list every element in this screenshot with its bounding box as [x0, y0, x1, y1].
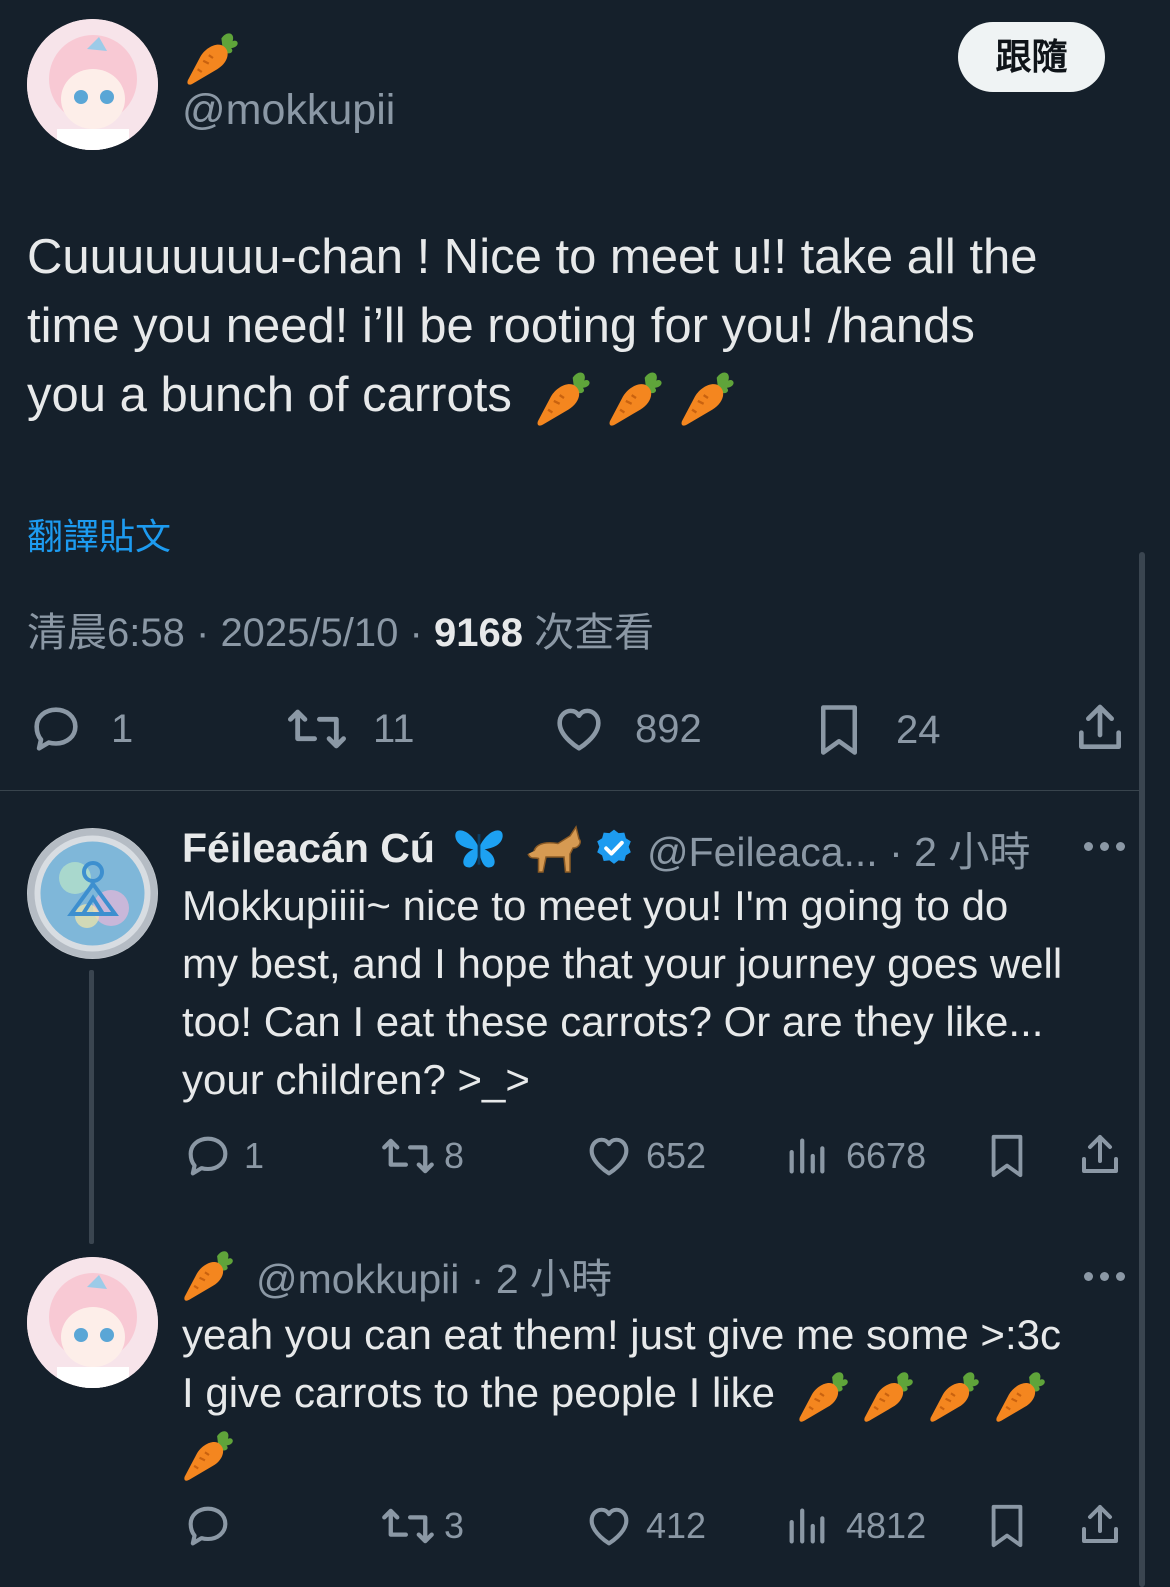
- reply-text-line: my best, and I hope that your journey go…: [182, 940, 1063, 987]
- carrot-emoji: [862, 1369, 916, 1423]
- follow-button[interactable]: 跟隨: [958, 22, 1105, 92]
- reply-button[interactable]: 1: [182, 1130, 264, 1182]
- divider: [0, 790, 1140, 791]
- like-count: 892: [635, 706, 702, 751]
- carrot-emoji: [928, 1369, 982, 1423]
- share-button[interactable]: [1072, 700, 1128, 756]
- repost-icon: [382, 1138, 434, 1174]
- butterfly-emoji: [455, 830, 503, 868]
- reply2-handle-time[interactable]: @mokkupii · 2 小時: [256, 1245, 612, 1305]
- carrot-emoji: [679, 369, 737, 427]
- views-icon: [789, 1508, 825, 1544]
- views-icon: [789, 1138, 825, 1174]
- bookmark-icon: [991, 1504, 1023, 1548]
- share-icon: [1079, 704, 1121, 749]
- views-label: 次查看: [534, 611, 655, 655]
- more-icon[interactable]: [1084, 842, 1125, 851]
- dog-emoji: [527, 825, 581, 873]
- views-button[interactable]: 6678: [784, 1130, 926, 1182]
- more-icon[interactable]: [1084, 1272, 1125, 1281]
- like-icon: [557, 708, 601, 751]
- bookmark-count: 24: [896, 707, 941, 752]
- views-count: 4812: [846, 1505, 927, 1546]
- reply-text-line: too! Can I eat these carrots? Or are the…: [182, 998, 1044, 1045]
- like-icon: [589, 1507, 629, 1546]
- carrot-emoji: [182, 1248, 236, 1302]
- avatar-feileacan[interactable]: [27, 828, 158, 959]
- display-name[interactable]: Féileacán Cú: [182, 825, 435, 872]
- post-meta: 清晨6:58 · 2025/5/10 · 9168 次查看: [27, 600, 654, 658]
- views-count: 6678: [846, 1135, 927, 1176]
- reply1-header: Féileacán Cú @Feileaca... · 2 小時: [182, 820, 1030, 876]
- reply1-handle-time[interactable]: @Feileaca... · 2 小時: [647, 818, 1030, 878]
- translate-post-link[interactable]: 翻譯貼文: [27, 508, 171, 560]
- reply-text-line: [182, 1423, 1132, 1482]
- reply-count: 1: [244, 1135, 265, 1176]
- repost-icon: [382, 1508, 434, 1544]
- author-handle[interactable]: @mokkupii: [182, 86, 395, 135]
- reply2-text: yeah you can eat them! just give me some…: [182, 1306, 1132, 1482]
- like-button[interactable]: 892: [549, 700, 702, 758]
- like-button[interactable]: 412: [582, 1500, 706, 1552]
- avatar-mokkupii[interactable]: [27, 1257, 158, 1388]
- bookmark-button[interactable]: [984, 1130, 1030, 1182]
- reply1-text: Mokkupiiii~ nice to meet you! I'm going …: [182, 877, 1132, 1109]
- meta-separator: ·: [409, 611, 423, 655]
- repost-icon: [287, 709, 346, 749]
- post-text-line: you a bunch of carrots: [27, 361, 1137, 430]
- reply-count: 1: [111, 706, 134, 751]
- scrollbar[interactable]: [1139, 552, 1145, 1587]
- reply-icon: [188, 1136, 228, 1176]
- repost-button[interactable]: 11: [285, 700, 415, 758]
- post-text-line-3: you a bunch of carrots: [27, 368, 512, 422]
- thread-line: [89, 970, 94, 1244]
- reply-text-line: I give carrots to the people I like: [182, 1364, 1132, 1423]
- share-icon: [1082, 1505, 1118, 1543]
- views-count: 9168: [433, 611, 523, 655]
- reply-text-line-2: I give carrots to the people I like: [182, 1369, 775, 1416]
- carrot-emoji: [607, 369, 665, 427]
- share-button[interactable]: [1076, 1500, 1124, 1550]
- post-date[interactable]: 2025/5/10: [220, 611, 398, 655]
- reply-icon: [188, 1506, 228, 1546]
- like-icon: [589, 1137, 629, 1176]
- carrot-emoji: [182, 1428, 236, 1482]
- like-count: 652: [646, 1135, 707, 1176]
- meta-separator: ·: [195, 611, 210, 655]
- post-text-line: time you need! i’ll be rooting for you! …: [27, 299, 975, 353]
- carrot-emoji: [994, 1369, 1048, 1423]
- reply-text-line: your children? >_>: [182, 1056, 530, 1103]
- avatar-mokkupii[interactable]: [27, 19, 158, 150]
- carrot-emoji: [535, 369, 593, 427]
- post-text: Cuuuuuuuu-chan ! Nice to meet u!! take a…: [27, 223, 1137, 430]
- reply-button[interactable]: 1: [27, 700, 133, 758]
- reply-text-line: Mokkupiiii~ nice to meet you! I'm going …: [182, 882, 1009, 929]
- repost-button[interactable]: 3: [380, 1500, 464, 1552]
- carrot-emoji: [185, 30, 241, 86]
- verified-badge-icon: [597, 829, 631, 864]
- reply-icon: [34, 707, 78, 751]
- like-button[interactable]: 652: [582, 1130, 706, 1182]
- carrot-emoji: [797, 1369, 851, 1423]
- repost-button[interactable]: 8: [380, 1130, 464, 1182]
- bookmark-icon: [821, 705, 857, 755]
- share-icon: [1082, 1135, 1118, 1173]
- bookmark-button[interactable]: 24: [812, 700, 941, 760]
- post-time[interactable]: 清晨6:58: [27, 611, 185, 655]
- repost-count: 11: [373, 706, 415, 751]
- repost-count: 8: [444, 1135, 465, 1176]
- share-button[interactable]: [1076, 1130, 1124, 1180]
- reply-text-line: yeah you can eat them! just give me some…: [182, 1311, 1061, 1358]
- like-count: 412: [646, 1505, 707, 1546]
- bookmark-button[interactable]: [984, 1500, 1030, 1552]
- reply2-header: @mokkupii · 2 小時: [182, 1246, 612, 1304]
- reply-button[interactable]: [182, 1500, 244, 1552]
- repost-count: 3: [444, 1505, 465, 1546]
- post-text-line: Cuuuuuuuu-chan ! Nice to meet u!! take a…: [27, 230, 1038, 284]
- bookmark-icon: [991, 1134, 1023, 1178]
- views-button[interactable]: 4812: [784, 1500, 926, 1552]
